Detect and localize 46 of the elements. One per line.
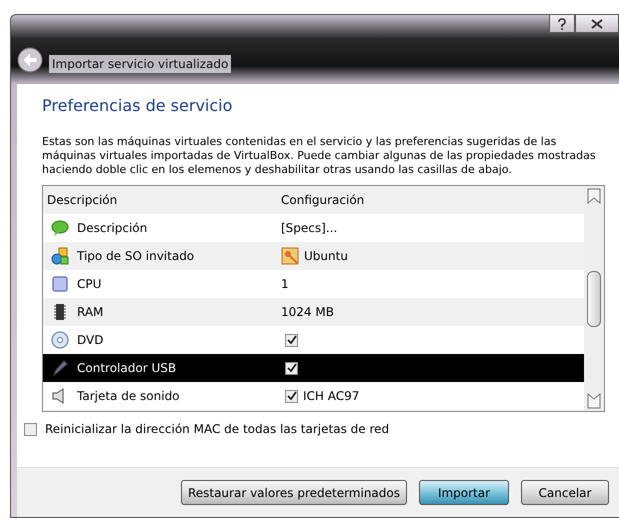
table-cell-text: 1: [281, 276, 289, 294]
table-cell-text: Controlador USB: [77, 360, 176, 378]
mac-reset-label: Reinicializar la dirección MAC de todas las tarjetas de red: [45, 421, 390, 438]
table-cell-text: CPU: [77, 276, 102, 294]
column-header[interactable]: Descripción: [43, 191, 281, 210]
os-logo-icon: [281, 247, 299, 266]
table-cell-text: RAM: [77, 304, 104, 322]
shapes-icon: [51, 247, 69, 266]
chip-icon: [51, 275, 69, 294]
table-row[interactable]: Descripción [Specs]...: [43, 214, 584, 242]
column-header[interactable]: Configuración: [281, 191, 364, 210]
checkbox[interactable]: [285, 390, 298, 403]
table-row[interactable]: CPU 1: [43, 270, 584, 298]
disc-icon: [51, 331, 69, 350]
table-row[interactable]: DVD: [43, 326, 584, 354]
scroll-thumb[interactable]: [587, 270, 601, 327]
pen-icon: [51, 359, 69, 378]
speech-bubble-icon: [51, 219, 69, 238]
dialog-button[interactable]: Importar: [419, 480, 509, 505]
intro-paragraph: Estas son las máquinas virtuales contenidas en el servicio y las preferencias sugeridas de las máquinas virtuales importadas de VirtualBox. Puede cambiar algunas de las propiedades mostradas haciendo doble clic en los elemenos y deshabilitar otras usando las casillas de abajo.: [42, 135, 597, 178]
page-heading: Preferencias de servicio: [42, 96, 234, 116]
table-cell-text: DVD: [77, 332, 104, 350]
scroll-up-icon[interactable]: [587, 188, 601, 204]
table-row[interactable]: Controlador USB: [43, 354, 584, 382]
checkbox[interactable]: [285, 362, 298, 375]
table-cell-text: 1024 MB: [281, 304, 334, 322]
dialog-button[interactable]: Restaurar valores predeterminados: [180, 480, 407, 505]
back-icon[interactable]: [17, 47, 43, 73]
scrollbar[interactable]: [584, 186, 604, 412]
close-button[interactable]: [575, 14, 619, 33]
table-cell-text: Ubuntu: [304, 248, 348, 266]
table-row[interactable]: Tarjeta de sonido ICH AC97: [43, 382, 584, 410]
table-cell-text: Tipo de SO invitado: [77, 248, 194, 266]
help-icon: [557, 18, 567, 30]
help-button[interactable]: [549, 14, 575, 33]
dialog-button[interactable]: Cancelar: [521, 480, 609, 505]
table-cell-text: [Specs]...: [281, 220, 338, 238]
close-icon: [591, 18, 603, 29]
memory-icon: [51, 303, 69, 322]
window-title: Importar servicio virtualizado: [49, 55, 232, 73]
scroll-down-icon[interactable]: [587, 393, 601, 410]
table-cell-text: Tarjeta de sonido: [77, 388, 180, 406]
table-cell-text: Descripción: [77, 220, 148, 238]
mac-checkbox[interactable]: [24, 422, 37, 436]
table-cell-text: ICH AC97: [303, 388, 360, 406]
checkbox[interactable]: [285, 334, 298, 347]
